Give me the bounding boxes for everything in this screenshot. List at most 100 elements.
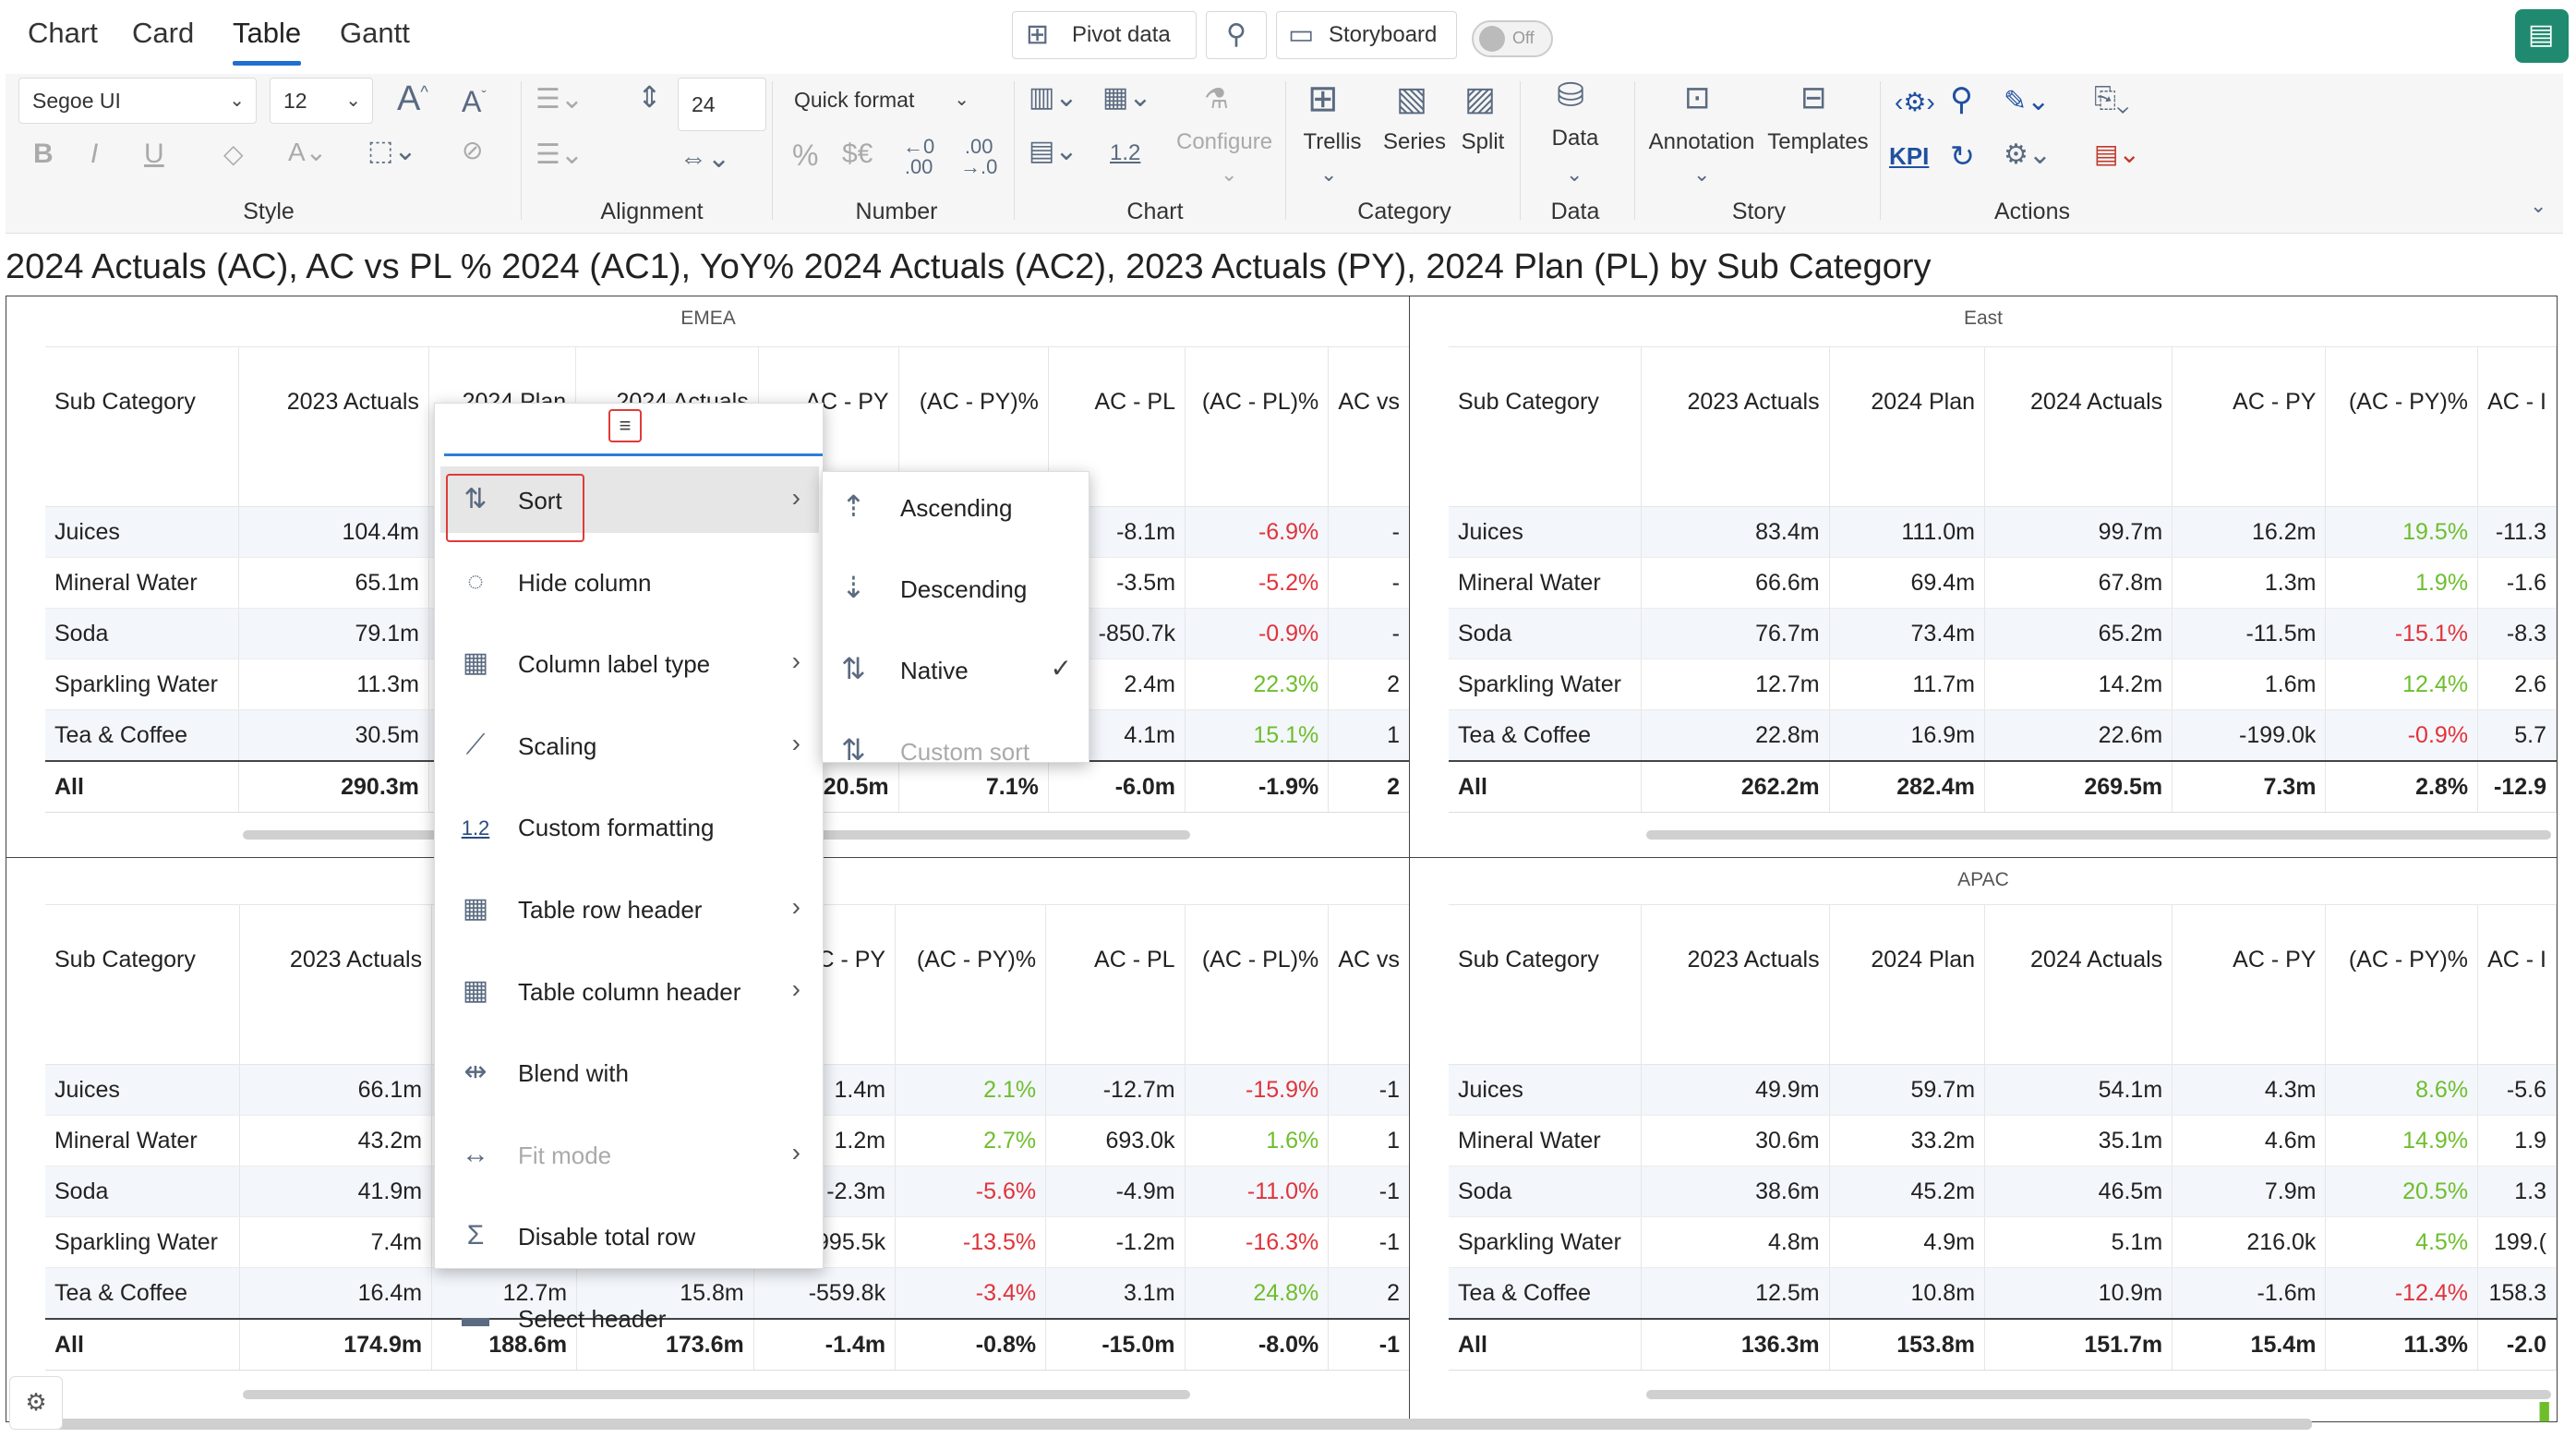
column-header[interactable]: AC - PL [1045,904,1186,1014]
menu-item-hide-column[interactable]: ◌ Hide column [440,549,819,615]
borders-icon[interactable]: ⬚⌄ [367,135,416,167]
column-header[interactable]: 2024 Actuals [1984,904,2173,1014]
column-header[interactable]: 2023 Actuals [239,904,433,1014]
column-header[interactable]: 2024 Actuals [1984,346,2173,456]
column-header[interactable]: 2024 Plan [1829,346,1986,456]
column-header[interactable]: 2024 Plan [1829,904,1986,1014]
font-color-icon[interactable]: A⌄ [288,137,327,167]
collapse-ribbon-icon[interactable]: ⌄ [2530,194,2546,218]
column-header[interactable]: Sub Category [1449,904,1643,1014]
column-header[interactable]: (AC - PL)% [1185,346,1330,456]
split-label[interactable]: Split [1448,129,1518,155]
layout-icon[interactable]: ▤⌄ [1029,135,1077,167]
column-header[interactable]: Sub Category [45,904,240,1014]
sort-option-native[interactable]: ⇅ Native ✓ [823,634,1090,705]
annotation-label[interactable]: Annotation [1643,129,1760,155]
bar-layout-icon[interactable]: ▥⌄ [1029,81,1077,114]
menu-item-scaling[interactable]: ⟋ Scaling › [440,712,819,779]
search-icon[interactable]: ⚲ [1950,81,1973,118]
horizontal-align-icon[interactable]: ☰⌄ [536,83,584,115]
column-header[interactable]: AC vs [1328,346,1410,456]
tab-table[interactable]: Table [233,17,301,50]
sort-option-custom-sort[interactable]: ⇅ Custom sort [823,716,1090,786]
trellis-icon[interactable]: ⊞ [1307,78,1339,120]
horizontal-scrollbar[interactable] [1646,830,2551,840]
column-header[interactable]: (AC - PY)% [898,346,1049,456]
format-painter-button[interactable]: ⚲ [1206,11,1267,59]
horizontal-scrollbar[interactable] [243,1390,1190,1399]
percent-icon[interactable]: % [792,139,818,173]
database-icon[interactable]: ⛁ [1557,76,1584,115]
column-header[interactable]: 2023 Actuals [1641,904,1830,1014]
bold-icon[interactable]: B [33,139,54,170]
column-header[interactable]: AC - PY [2172,346,2327,456]
templates-label[interactable]: Templates [1763,129,1872,155]
menu-item-table-column-header[interactable]: ▦ Table column header › [440,958,819,1024]
decrease-font-icon[interactable]: Aˇ [462,85,487,119]
column-header[interactable]: Sub Category [1449,346,1643,456]
column-header[interactable]: (AC - PL)% [1185,904,1330,1014]
annotation-icon[interactable]: ⊡ [1684,79,1711,116]
configure-icon[interactable]: ⚗ [1204,83,1229,115]
off-toggle[interactable]: Off [1472,20,1553,57]
column-header[interactable]: AC - I [2477,346,2557,456]
number-format-icon[interactable]: 1.2 [1110,140,1140,166]
menu-item-custom-formatting[interactable]: 1.2 Custom formatting [440,793,819,860]
column-header[interactable]: AC - PY [2172,904,2327,1014]
column-header[interactable]: (AC - PY)% [895,904,1047,1014]
filter-settings-icon[interactable]: ⚙ [9,1376,63,1430]
vertical-align-icon[interactable]: ☰⌄ [536,139,584,171]
font-family-select[interactable]: Segoe UI ⌄ [18,78,257,124]
column-header[interactable]: AC - PL [1048,346,1186,456]
kpi-icon[interactable]: KPI [1889,142,1929,171]
sort-option-ascending[interactable]: ⇡ Ascending [823,472,1090,542]
column-header[interactable]: (AC - PY)% [2325,904,2479,1014]
settings-icon[interactable]: ⚙⌄ [2004,139,2052,171]
app-badge-icon[interactable]: ▤ [2515,9,2569,63]
tab-gantt[interactable]: Gantt [340,17,410,50]
page-horizontal-scrollbar[interactable] [13,1419,2312,1430]
export-icon[interactable]: ⎘⌄ [2094,83,2129,115]
refresh-icon[interactable]: ↻ [1950,139,1975,174]
column-header[interactable]: AC - I [2477,904,2557,1014]
column-header[interactable]: AC vs [1328,904,1410,1014]
fill-color-icon[interactable]: ◇ [223,139,244,169]
menu-item-fit-mode[interactable]: ↔ Fit mode › [440,1121,819,1188]
brush-icon[interactable]: ✎⌄ [2004,85,2050,117]
templates-icon[interactable]: ⊟ [1800,79,1827,116]
data-button-label[interactable]: Data [1538,126,1612,151]
decrease-decimal-icon[interactable]: ←0.00 [903,137,934,177]
increase-font-icon[interactable]: A^ [397,79,428,119]
font-size-select[interactable]: 12 ⌄ [270,78,373,124]
menu-item-column-label-type[interactable]: ▦ Column label type › [440,630,819,696]
column-header[interactable]: 2023 Actuals [1641,346,1830,456]
menu-item-table-row-header[interactable]: ▦ Table row header › [440,876,819,942]
increase-decimal-icon[interactable]: .00 →.0 [960,137,997,177]
series-label[interactable]: Series [1378,129,1451,155]
storyboard-button[interactable]: ▭ Storyboard [1276,11,1457,59]
column-header[interactable]: Sub Category [45,346,240,456]
code-icon[interactable]: ‹⚙› [1895,87,1935,117]
configure-label[interactable]: Configure [1176,129,1272,155]
column-header[interactable]: 2023 Actuals [238,346,429,456]
sort-option-descending[interactable]: ⇣ Descending [823,553,1090,623]
horizontal-scrollbar[interactable] [1646,1390,2551,1399]
row-height-input[interactable]: 24 [678,78,766,131]
menu-icon[interactable]: ≡ [608,409,642,442]
tab-chart[interactable]: Chart [28,17,98,50]
trellis-label[interactable]: Trellis [1291,129,1374,155]
pivot-data-button[interactable]: ⊞ Pivot data [1012,11,1197,59]
menu-item-disable-total-row[interactable]: Σ Disable total row [440,1202,819,1269]
currency-icon[interactable]: $€ [842,139,873,170]
menu-item-select-header[interactable]: ▬ Select header [440,1285,819,1351]
column-width-icon[interactable]: ⇔⌄ [680,142,730,175]
pdf-icon[interactable]: ▤⌄ [2094,139,2140,169]
quick-format-select[interactable]: Quick format ⌄ [781,78,990,124]
menu-item-sort[interactable]: ⇅ Sort › [440,466,819,542]
underline-icon[interactable]: U [144,139,164,170]
menu-item-blend-with[interactable]: ⇹ Blend with [440,1039,819,1106]
series-icon[interactable]: ▧ [1396,79,1427,118]
split-icon[interactable]: ▨ [1464,79,1496,118]
tab-card[interactable]: Card [132,17,194,50]
column-header[interactable]: (AC - PY)% [2325,346,2479,456]
